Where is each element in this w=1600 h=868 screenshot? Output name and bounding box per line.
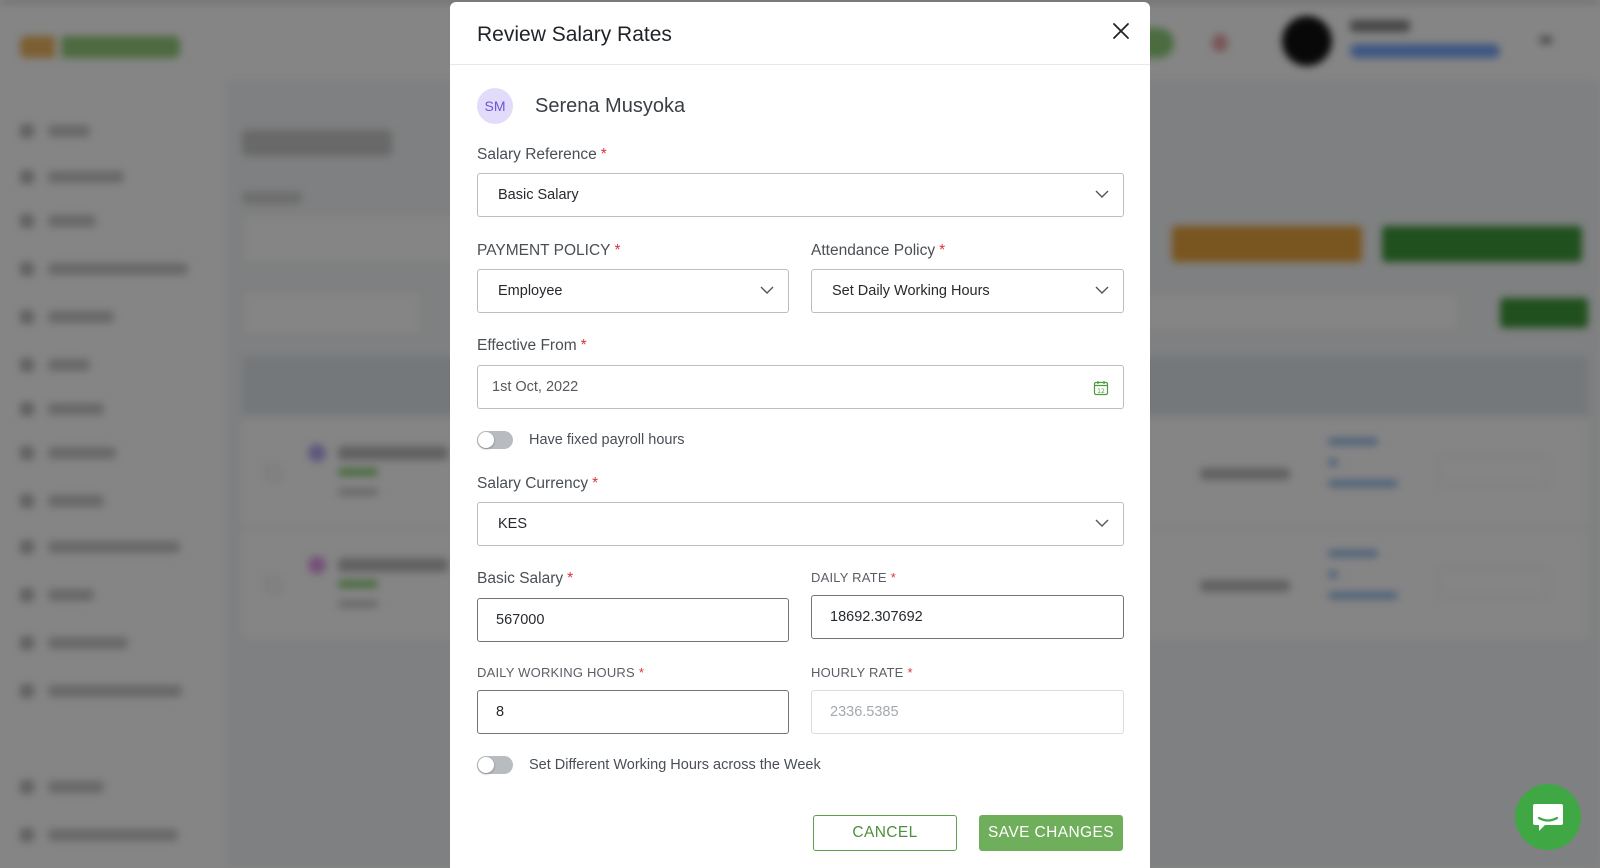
salary-reference-label: Salary Reference * xyxy=(477,146,607,163)
employee-name: Serena Musyoka xyxy=(535,95,686,117)
payment-policy-select[interactable]: Employee xyxy=(477,269,789,313)
daily-working-hours-label: DAILY WORKING HOURS * xyxy=(477,665,645,680)
different-working-hours-label: Set Different Working Hours across the W… xyxy=(529,757,821,773)
effective-from-label: Effective From * xyxy=(477,337,587,354)
hourly-rate-label: HOURLY RATE * xyxy=(811,665,913,680)
chevron-down-icon xyxy=(1095,286,1109,294)
chat-icon xyxy=(1533,804,1563,831)
payment-policy-label: PAYMENT POLICY * xyxy=(477,242,621,259)
chevron-down-icon xyxy=(1095,190,1109,198)
calendar-icon[interactable]: 12 xyxy=(1093,380,1109,396)
attendance-policy-label: Attendance Policy * xyxy=(811,242,946,259)
effective-from-date-input[interactable]: 1st Oct, 2022 12 xyxy=(477,365,1124,409)
hourly-rate-input[interactable]: 2336.5385 xyxy=(811,690,1124,734)
effective-from-value: 1st Oct, 2022 xyxy=(492,379,579,395)
daily-rate-input[interactable]: 18692.307692 xyxy=(811,595,1124,639)
chevron-down-icon xyxy=(1095,519,1109,527)
cancel-button[interactable]: CANCEL xyxy=(813,815,957,851)
save-changes-button[interactable]: SAVE CHANGES xyxy=(979,815,1123,851)
fixed-payroll-hours-toggle[interactable] xyxy=(477,431,513,449)
chat-button[interactable] xyxy=(1515,784,1581,850)
salary-reference-value: Basic Salary xyxy=(498,187,579,203)
salary-currency-label: Salary Currency * xyxy=(477,475,599,492)
svg-text:12: 12 xyxy=(1097,388,1105,395)
basic-salary-value: 567000 xyxy=(496,612,545,628)
attendance-policy-value: Set Daily Working Hours xyxy=(832,283,990,299)
daily-rate-label: DAILY RATE * xyxy=(811,570,896,585)
salary-reference-select[interactable]: Basic Salary xyxy=(477,173,1124,217)
basic-salary-input[interactable]: 567000 xyxy=(477,598,789,642)
modal-header: Review Salary Rates xyxy=(450,2,1150,65)
attendance-policy-select[interactable]: Set Daily Working Hours xyxy=(811,269,1124,313)
close-icon[interactable] xyxy=(1109,19,1133,43)
salary-currency-value: KES xyxy=(498,516,528,532)
employee-avatar: SM xyxy=(477,88,513,124)
payment-policy-value: Employee xyxy=(498,283,563,299)
chevron-down-icon xyxy=(760,286,774,294)
review-salary-rates-modal: Review Salary Rates SM Serena Musyoka Sa… xyxy=(450,2,1150,868)
hourly-rate-placeholder: 2336.5385 xyxy=(830,704,899,720)
modal-title: Review Salary Rates xyxy=(477,23,672,46)
salary-currency-select[interactable]: KES xyxy=(477,502,1124,546)
fixed-payroll-hours-label: Have fixed payroll hours xyxy=(529,432,685,448)
daily-working-hours-input[interactable]: 8 xyxy=(477,690,789,734)
basic-salary-label: Basic Salary * xyxy=(477,570,574,587)
daily-rate-value: 18692.307692 xyxy=(830,609,923,625)
different-working-hours-toggle[interactable] xyxy=(477,756,513,774)
daily-working-hours-value: 8 xyxy=(496,704,505,720)
